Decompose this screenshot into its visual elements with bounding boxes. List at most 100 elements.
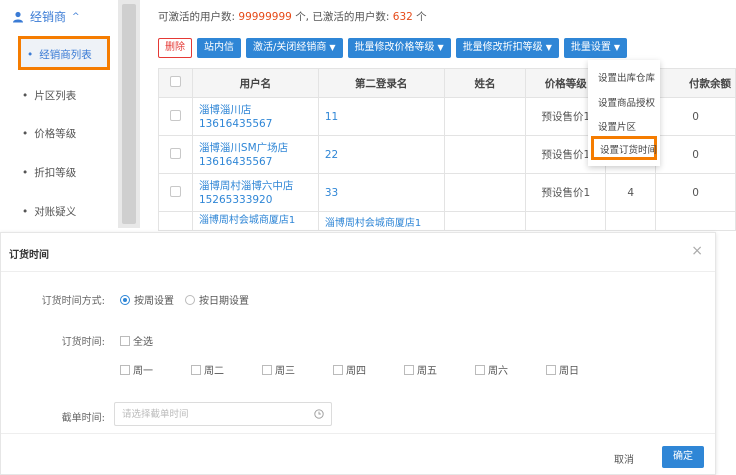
toggle-dealer-button[interactable]: 激活/关闭经销商 ▼: [246, 38, 343, 58]
column-header[interactable]: 用户名: [191, 68, 319, 98]
day-checkbox-thu[interactable]: 周四: [333, 362, 366, 377]
toggle-dealer-label: 激活/关闭经销商: [253, 42, 327, 53]
day-label: 周一: [133, 366, 153, 377]
batch-settings-button[interactable]: 批量设置 ▼: [563, 38, 627, 58]
caret-down-icon: ▼: [437, 43, 444, 52]
delete-button[interactable]: 删除: [158, 38, 192, 58]
cancel-button[interactable]: 取消: [614, 451, 634, 466]
activated-count: 632: [392, 11, 413, 23]
second-login-cell: 33: [317, 173, 445, 212]
day-checkbox-sat[interactable]: 周六: [475, 362, 508, 377]
username-link[interactable]: 淄博淄川店13616435567: [191, 97, 319, 136]
row-checkbox[interactable]: [169, 109, 181, 121]
sidebar-item-dealer-list[interactable]: 经销商列表: [18, 36, 110, 70]
sidebar-item-price-level[interactable]: 价格等级: [22, 126, 76, 141]
activated-unit: 个: [416, 11, 427, 23]
hidden-column-cell: 4: [605, 173, 657, 212]
close-icon[interactable]: ×: [691, 243, 703, 259]
username-link[interactable]: 淄博周村淄博六中店15265333920: [191, 173, 319, 212]
checkbox-icon: [333, 365, 343, 375]
row-checkbox-cell: [158, 97, 193, 136]
select-all-checkbox[interactable]: [169, 76, 181, 87]
day-checkbox-wed[interactable]: 周三: [262, 362, 295, 377]
day-label: 周六: [488, 366, 508, 377]
day-label: 周五: [417, 366, 437, 377]
sidebar-item-reconcile-dispute[interactable]: 对账疑义: [22, 204, 76, 219]
row-checkbox-cell: [158, 135, 193, 174]
sidebar: 经销商 ^ 经销商列表 片区列表 价格等级 折扣等级 对账疑义: [0, 0, 118, 228]
checkbox-icon: [546, 365, 556, 375]
cutoff-time-label: 截单时间:: [61, 413, 105, 424]
day-checkbox-sun[interactable]: 周日: [546, 362, 579, 377]
order-time-dialog: 订货时间 × 订货时间方式: 按周设置 按日期设置 订货时间: 全选 周一 周二…: [0, 232, 716, 475]
day-label: 周四: [346, 366, 366, 377]
column-header[interactable]: 第二登录名: [317, 68, 445, 98]
order-time-label: 订货时间:: [61, 337, 105, 348]
sidebar-header[interactable]: 经销商 ^: [12, 8, 80, 25]
column-header[interactable]: 付款余额: [655, 68, 736, 98]
row-checkbox-cell: [158, 173, 193, 212]
checkbox-icon: [262, 365, 272, 375]
confirm-button[interactable]: 确定: [662, 446, 704, 468]
second-login-cell: 淄博周村会城商厦店1: [317, 211, 445, 231]
activatable-unit: 个,: [295, 11, 310, 23]
username-link[interactable]: 淄博淄川SM广场店13616435567: [191, 135, 319, 174]
mode-weekly-label: 按周设置: [134, 296, 174, 307]
menu-item-set-region[interactable]: 设置片区: [598, 119, 636, 133]
row-checkbox[interactable]: [169, 147, 181, 159]
balance-cell: 0: [655, 173, 736, 212]
menu-item-set-product-auth[interactable]: 设置商品授权: [598, 95, 655, 109]
checkbox-icon: [120, 336, 130, 346]
select-all-label: 全选: [133, 337, 153, 348]
chevron-up-icon: ^: [72, 11, 80, 22]
price-level-cell: 预设售价1: [525, 173, 607, 212]
name-cell: [443, 135, 527, 174]
message-button[interactable]: 站内信: [197, 38, 241, 58]
batch-discount-button[interactable]: 批量修改折扣等级 ▼: [455, 38, 559, 58]
second-login-cell: 22: [317, 135, 445, 174]
mode-date-label: 按日期设置: [199, 296, 249, 307]
caret-down-icon: ▼: [613, 43, 620, 52]
divider: [1, 271, 715, 272]
divider: [1, 433, 715, 434]
batch-price-button[interactable]: 批量修改价格等级 ▼: [347, 38, 451, 58]
select-all-days-checkbox[interactable]: 全选: [120, 333, 153, 348]
scrollbar-thumb[interactable]: [122, 4, 136, 224]
menu-item-set-warehouse[interactable]: 设置出库仓库: [598, 70, 655, 84]
menu-item-set-order-time[interactable]: 设置订货时间: [591, 136, 657, 160]
cutoff-time-picker[interactable]: [114, 402, 332, 426]
cutoff-time-input[interactable]: [115, 403, 295, 425]
column-header[interactable]: 姓名: [443, 68, 527, 98]
checkbox-icon: [120, 365, 130, 375]
mode-date-radio[interactable]: 按日期设置: [185, 292, 249, 307]
table-row[interactable]: 淄博周村淄博六中店15265333920 33 预设售价1 4 0: [158, 173, 736, 212]
batch-settings-dropdown: 设置出库仓库 设置商品授权 设置片区 设置订货时间: [588, 60, 660, 166]
day-label: 周二: [204, 366, 224, 377]
sidebar-item-discount-level[interactable]: 折扣等级: [22, 165, 76, 180]
sidebar-item-region-list[interactable]: 片区列表: [22, 88, 76, 103]
day-checkbox-tue[interactable]: 周二: [191, 362, 224, 377]
sidebar-scrollbar[interactable]: [118, 0, 140, 228]
caret-down-icon: ▼: [329, 43, 336, 52]
checkbox-icon: [191, 365, 201, 375]
name-cell: [443, 97, 527, 136]
radio-checked-icon: [120, 295, 130, 305]
checkbox-icon: [475, 365, 485, 375]
dialog-title: 订货时间: [9, 250, 49, 261]
day-checkbox-fri[interactable]: 周五: [404, 362, 437, 377]
sidebar-header-label: 经销商: [30, 10, 67, 24]
batch-settings-label: 批量设置: [570, 42, 611, 53]
activatable-count: 99999999: [238, 11, 292, 23]
mode-weekly-radio[interactable]: 按周设置: [120, 292, 174, 307]
batch-discount-label: 批量修改折扣等级: [462, 42, 543, 53]
day-checkbox-mon[interactable]: 周一: [120, 362, 153, 377]
user-count-stats: 可激活的用户数: 99999999 个, 已激活的用户数: 632 个: [158, 9, 427, 24]
row-checkbox[interactable]: [169, 185, 181, 197]
radio-unchecked-icon: [185, 295, 195, 305]
username-link[interactable]: 淄博周村会城商厦店1: [191, 211, 319, 231]
order-mode-label: 订货时间方式:: [41, 296, 105, 307]
toolbar: 删除 站内信 激活/关闭经销商 ▼ 批量修改价格等级 ▼ 批量修改折扣等级 ▼ 批量设…: [158, 38, 627, 58]
table-row[interactable]: 淄博周村会城商厦店1 淄博周村会城商厦店1: [158, 211, 736, 231]
day-label: 周日: [559, 366, 579, 377]
checkbox-icon: [404, 365, 414, 375]
